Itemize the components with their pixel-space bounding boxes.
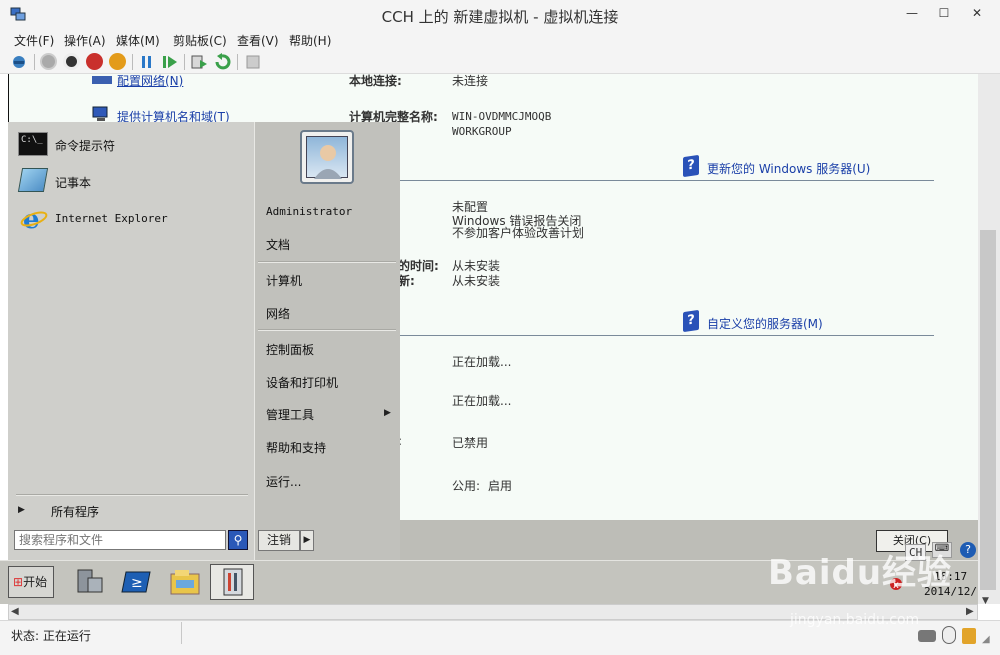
status-text: 状态: 正在运行 — [11, 629, 91, 643]
start-item-admin-tools[interactable]: 管理工具 — [266, 406, 314, 423]
update-windows-icon: ? — [683, 154, 699, 178]
keyboard-capture-icon — [918, 630, 936, 642]
toolbar-divider — [132, 54, 133, 70]
menu-file[interactable]: 文件(F) — [14, 32, 54, 49]
mouse-icon — [942, 626, 956, 644]
status-divider — [181, 622, 182, 644]
start-item-cmd[interactable]: 命令提示符 — [55, 137, 115, 154]
toolbar-divider — [34, 54, 35, 70]
window-title: CCH 上的 新建虚拟机 - 虚拟机连接 — [381, 8, 619, 26]
scroll-left-icon[interactable]: ◀ — [11, 606, 19, 617]
submenu-arrow-icon: ▶ — [384, 408, 391, 418]
vertical-scroll-thumb[interactable] — [980, 230, 996, 590]
enhanced-session-icon[interactable] — [244, 53, 262, 71]
all-programs-arrow-icon: ▶ — [18, 505, 25, 515]
menu-clipboard[interactable]: 剪贴板(C) — [173, 32, 227, 49]
windows-flag-icon: ⊞ — [13, 575, 24, 589]
customize-server-icon: ? — [683, 309, 699, 333]
start-item-devices[interactable]: 设备和打印机 — [266, 374, 338, 391]
menu-help[interactable]: 帮助(H) — [289, 32, 331, 49]
turn-off-icon[interactable] — [63, 53, 80, 70]
logoff-options-button[interactable]: ▶ — [300, 530, 314, 551]
section-divider — [398, 335, 934, 336]
start-menu-separator — [258, 261, 396, 263]
user-picture — [306, 136, 348, 179]
workgroup-value: WORKGROUP — [452, 125, 512, 138]
customize-server-link[interactable]: 自定义您的服务器(M) — [707, 315, 823, 332]
start-label: 开始 — [23, 575, 48, 589]
logoff-button[interactable]: 注销 — [258, 530, 300, 551]
help-icon[interactable]: ? — [960, 542, 976, 558]
scroll-down-icon[interactable]: ▼ — [982, 596, 989, 606]
ctrl-alt-del-icon[interactable] — [10, 53, 28, 71]
close-window-button[interactable]: ✕ — [962, 4, 992, 22]
start-item-run[interactable]: 运行... — [266, 473, 301, 490]
loading-2: 正在加载... — [452, 394, 512, 408]
section-divider — [398, 180, 934, 181]
start-vm-icon[interactable] — [40, 53, 57, 70]
revert-icon[interactable] — [213, 53, 231, 71]
public-label: 公用: — [452, 479, 481, 493]
resize-grip-icon[interactable]: ◢ — [982, 634, 990, 645]
server-manager-icon[interactable] — [72, 566, 106, 598]
pause-icon[interactable] — [140, 54, 154, 70]
maximize-button[interactable]: ☐ — [932, 4, 956, 22]
start-item-help[interactable]: 帮助和支持 — [266, 439, 326, 456]
menu-media[interactable]: 媒体(M) — [116, 32, 160, 49]
ie-icon: e — [20, 205, 48, 235]
public-value: 启用 — [488, 479, 513, 493]
powershell-icon[interactable]: ≥ — [120, 566, 154, 598]
minimize-button[interactable]: — — [900, 4, 924, 22]
menu-view[interactable]: 查看(V) — [237, 32, 279, 49]
search-programs-input[interactable] — [14, 530, 226, 550]
disabled-value: 已禁用 — [452, 436, 489, 450]
loading-1: 正在加载... — [452, 355, 512, 369]
local-connection-value: 未连接 — [452, 74, 489, 88]
computer-icon — [92, 106, 110, 122]
scroll-right-icon[interactable]: ▶ — [966, 606, 974, 617]
baidu-watermark: Baidu经验 — [768, 553, 953, 593]
baidu-watermark-url: jingyan.baidu.com — [790, 612, 920, 628]
start-item-notepad[interactable]: 记事本 — [55, 174, 91, 191]
shutdown-icon[interactable] — [86, 53, 103, 70]
start-item-computer[interactable]: 计算机 — [266, 272, 302, 289]
configure-network-link[interactable]: 配置网络(N) — [117, 72, 183, 89]
start-menu-separator — [16, 494, 248, 496]
toolbar-divider — [237, 54, 238, 70]
local-connection-label: 本地连接: — [349, 74, 402, 88]
start-menu-separator — [258, 329, 396, 331]
all-programs[interactable]: 所有程序 — [51, 503, 99, 520]
start-item-network[interactable]: 网络 — [266, 305, 290, 322]
start-item-ie[interactable]: Internet Explorer — [55, 212, 168, 225]
save-state-icon[interactable] — [109, 53, 126, 70]
start-button[interactable]: ⊞开始 — [8, 566, 54, 598]
snapshot-icon[interactable] — [190, 53, 208, 71]
reset-icon[interactable] — [162, 54, 178, 70]
never-installed-2: 从未安装 — [452, 274, 501, 288]
full-name-value: WIN-OVDMMCJMOQB — [452, 110, 552, 123]
explorer-icon[interactable] — [168, 566, 202, 598]
ceip-value: 不参加客户体验改善计划 — [452, 226, 585, 240]
start-item-user[interactable]: Administrator — [266, 205, 352, 218]
magnifier-icon[interactable]: ⚲ — [228, 530, 248, 550]
update-windows-link[interactable]: 更新您的 Windows 服务器(U) — [707, 160, 870, 177]
admin-tools-icon — [216, 566, 250, 598]
menu-action[interactable]: 操作(A) — [64, 32, 106, 49]
start-item-control-panel[interactable]: 控制面板 — [266, 341, 314, 358]
cmd-icon: C:\_ — [18, 132, 48, 156]
start-item-documents[interactable]: 文档 — [266, 236, 290, 253]
network-icon — [92, 76, 112, 84]
notepad-icon — [17, 168, 49, 192]
new-label: 新: — [398, 274, 415, 288]
lock-icon — [962, 628, 976, 644]
svg-text:≥: ≥ — [131, 575, 143, 591]
toolbar-divider — [184, 54, 185, 70]
